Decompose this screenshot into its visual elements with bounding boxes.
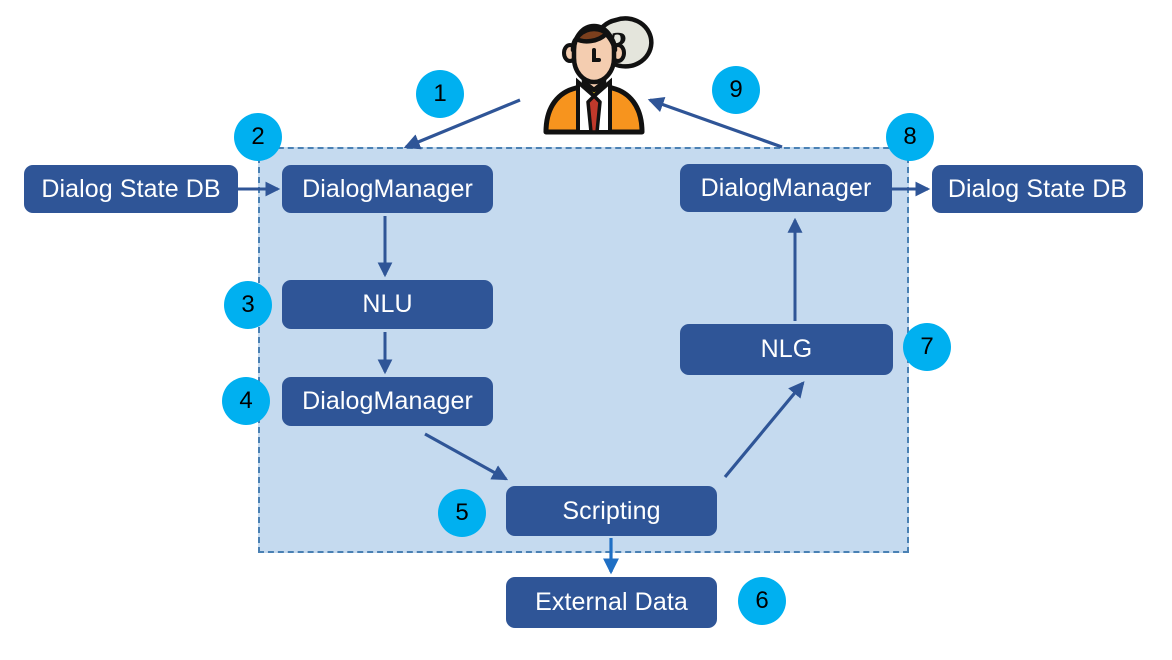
step-badge-2[interactable]: 2 — [234, 113, 282, 161]
step-badge-label: 7 — [920, 333, 934, 360]
diagram-canvas: ? Dialog State DB DialogManager — [0, 0, 1172, 660]
step-badge-label: 6 — [755, 587, 769, 614]
step-badge-label: 1 — [433, 80, 447, 107]
step-badge-4[interactable]: 4 — [222, 377, 270, 425]
step-badge-label: 2 — [251, 123, 265, 150]
box-dialog-manager-3[interactable]: DialogManager — [680, 164, 892, 212]
step-badge-label: 8 — [903, 123, 917, 150]
box-dialog-state-db-left[interactable]: Dialog State DB — [24, 165, 238, 213]
box-label: Dialog State DB — [947, 174, 1128, 203]
box-label: Scripting — [562, 496, 661, 525]
step-badge-label: 4 — [239, 387, 253, 414]
box-dialog-state-db-right[interactable]: Dialog State DB — [932, 165, 1143, 213]
box-label: NLU — [362, 290, 413, 318]
box-scripting[interactable]: Scripting — [506, 486, 717, 536]
box-external-data[interactable]: External Data — [506, 577, 717, 628]
step-badge-label: 9 — [729, 76, 743, 103]
box-label: Dialog State DB — [41, 174, 221, 203]
step-badge-3[interactable]: 3 — [224, 281, 272, 329]
step-badge-label: 3 — [241, 291, 255, 318]
box-dialog-manager-2[interactable]: DialogManager — [282, 377, 493, 426]
box-nlg[interactable]: NLG — [680, 324, 893, 375]
step-badge-5[interactable]: 5 — [438, 489, 486, 537]
step-badge-7[interactable]: 7 — [903, 323, 951, 371]
step-badge-8[interactable]: 8 — [886, 113, 934, 161]
box-label: External Data — [535, 588, 688, 616]
step-badge-9[interactable]: 9 — [712, 66, 760, 114]
box-label: NLG — [760, 335, 813, 363]
box-dialog-manager-1[interactable]: DialogManager — [282, 165, 493, 213]
step-badge-label: 5 — [455, 499, 469, 526]
box-label: DialogManager — [302, 174, 473, 203]
step-badge-1[interactable]: 1 — [416, 70, 464, 118]
box-label: DialogManager — [700, 173, 872, 202]
box-nlu[interactable]: NLU — [282, 280, 493, 329]
box-label: DialogManager — [302, 387, 473, 415]
user-with-question-icon: ? — [543, 16, 654, 135]
step-badge-6[interactable]: 6 — [738, 577, 786, 625]
